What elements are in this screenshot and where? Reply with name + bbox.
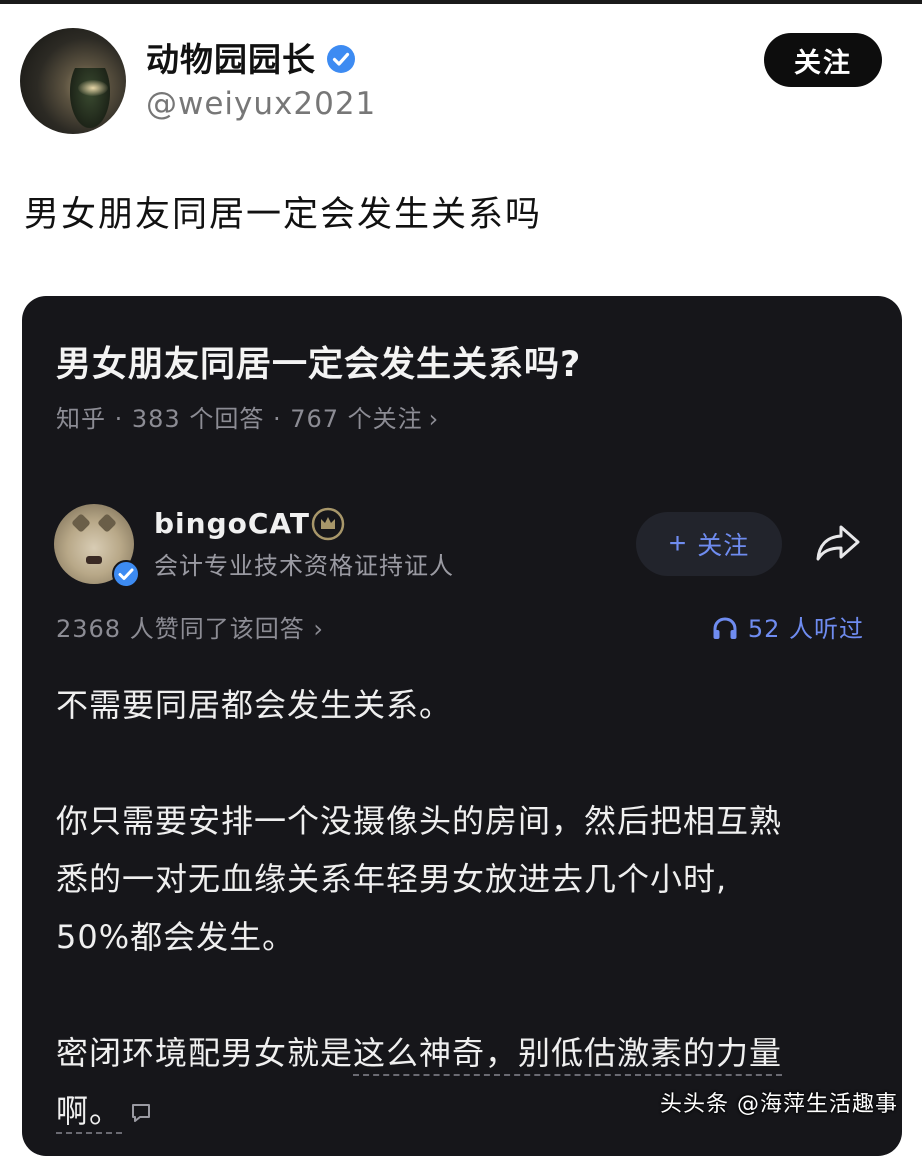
answer-line: 悉的一对无血缘关系年轻男女放进去几个小时, xyxy=(56,860,728,898)
answerer-name[interactable]: bingoCAT xyxy=(154,504,310,544)
plus-icon: + xyxy=(668,527,688,560)
answerer-follow-label: 关注 xyxy=(697,532,750,560)
highlighted-text[interactable]: 这么神奇，别低估激素的力量 xyxy=(353,1034,783,1076)
answer-line: 你只需要安排一个没摄像头的房间，然后把相互熟 xyxy=(56,802,783,840)
comment-icon[interactable] xyxy=(130,1102,152,1124)
avatar-cat-bow xyxy=(86,556,102,564)
verified-icon xyxy=(327,45,355,73)
answer-paragraph: 密闭环境配男女就是这么神奇，别低估激素的力量 xyxy=(56,1024,876,1082)
chevron-right-icon: › xyxy=(428,405,440,433)
avatar-cat-ear xyxy=(71,513,91,533)
badge-icon xyxy=(311,507,345,541)
answer-line: 50%都会发生。 xyxy=(56,918,296,956)
follow-button[interactable]: 关注 xyxy=(764,33,882,87)
verified-icon xyxy=(112,560,140,588)
avatar-light-graphic xyxy=(78,80,108,96)
listened-count[interactable]: 52 人听过 xyxy=(712,612,864,646)
answerer-title: 会计专业技术资格证持证人 xyxy=(154,552,454,580)
answer-text: 密闭环境配男女就是 xyxy=(56,1034,354,1072)
question-title[interactable]: 男女朋友同居一定会发生关系吗? xyxy=(56,340,581,390)
user-avatar[interactable] xyxy=(20,28,126,134)
highlighted-text[interactable]: 啊。 xyxy=(56,1092,123,1134)
watermark: 头头条 @海萍生活趣事 xyxy=(660,1092,898,1117)
answer-paragraph: 不需要同居都会发生关系。 xyxy=(56,686,453,724)
user-handle: @weiyux2021 xyxy=(146,86,377,122)
top-divider xyxy=(0,0,922,4)
agree-count[interactable]: 2368 人赞同了该回答 › xyxy=(56,612,324,646)
question-meta-text: 知乎 · 383 个回答 · 767 个关注 xyxy=(56,405,423,433)
answer-body: 不需要同居都会发生关系。 你只需要安排一个没摄像头的房间，然后把相互熟 悉的一对… xyxy=(56,676,876,1140)
avatar-tree-graphic xyxy=(70,68,110,128)
share-icon[interactable] xyxy=(814,522,862,564)
chevron-right-icon: › xyxy=(304,615,324,643)
listened-count-text: 52 人听过 xyxy=(747,615,864,643)
avatar-cat-ear xyxy=(97,513,117,533)
headphones-icon xyxy=(713,617,737,639)
post-text: 男女朋友同居一定会发生关系吗 xyxy=(24,195,543,235)
agree-count-text: 2368 人赞同了该回答 xyxy=(56,615,305,643)
question-meta[interactable]: 知乎 · 383 个回答 · 767 个关注 › xyxy=(56,402,439,436)
user-name[interactable]: 动物园园长 xyxy=(146,38,316,82)
zhihu-answer-card[interactable]: 男女朋友同居一定会发生关系吗? 知乎 · 383 个回答 · 767 个关注 › … xyxy=(22,296,902,1156)
answerer-follow-button[interactable]: + 关注 xyxy=(636,512,782,576)
